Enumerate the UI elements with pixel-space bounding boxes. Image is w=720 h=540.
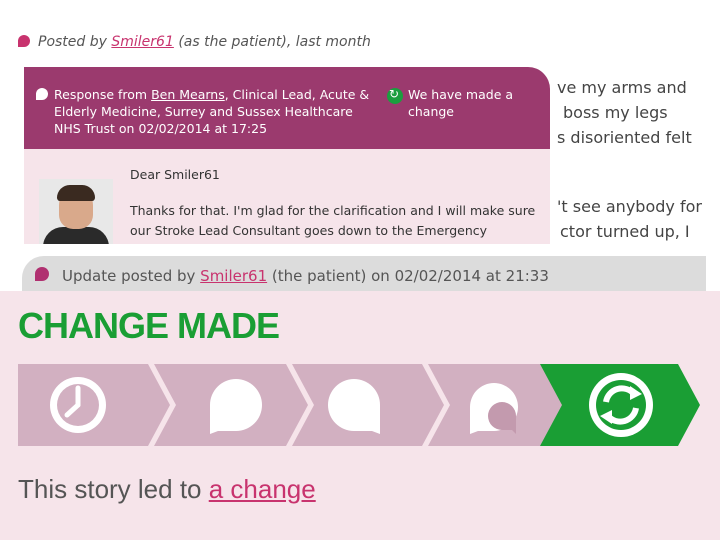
change-summary-prefix: This story led to (18, 474, 209, 504)
speech-bubble-icon (18, 35, 30, 47)
speech-bubble-icon (36, 88, 48, 100)
clock-icon (50, 377, 106, 433)
update-prefix: Update posted by (62, 267, 201, 285)
story-text-line: ve my arms and (557, 78, 687, 97)
response-text: Thanks for that. I'm glad for the clarif… (130, 203, 536, 238)
change-title: CHANGE MADE (18, 305, 280, 346)
update-author-link[interactable]: Smiler61 (200, 267, 267, 285)
change-link[interactable]: a change (209, 474, 316, 504)
response-prefix: Response from (54, 87, 152, 102)
posted-by-line: Posted by Smiler61 (as the patient), las… (18, 34, 371, 50)
story-text-line: boss my legs (563, 103, 668, 122)
update-bar: Update posted by Smiler61 (the patient) … (22, 256, 706, 296)
change-summary: This story led to a change (18, 474, 316, 505)
stage-told (18, 364, 170, 446)
response-greeting: Dear Smiler61 (130, 167, 220, 182)
avatar (39, 179, 113, 244)
author-link[interactable]: Smiler61 (111, 34, 174, 50)
progress-track (18, 364, 700, 446)
change-panel: CHANGE MADE This story led to a change (0, 291, 720, 540)
story-text-line: 't see anybody for (557, 197, 702, 216)
story-text-line: ctor turned up, I (560, 222, 690, 241)
stage-responded (292, 364, 444, 446)
response-header: Response from Ben Mearns, Clinical Lead,… (24, 67, 550, 149)
speech-bubble-icon (35, 267, 49, 281)
update-suffix: (the patient) on 02/02/2014 at 21:33 (267, 267, 549, 285)
story-text-line: s disoriented felt (557, 128, 692, 147)
update-text: Update posted by Smiler61 (the patient) … (62, 267, 549, 285)
stage-change-made (540, 364, 700, 446)
change-icon (387, 87, 403, 104)
posted-prefix: Posted by (38, 34, 112, 50)
change-status-label: We have made a change (408, 87, 514, 119)
response-title: Response from Ben Mearns, Clinical Lead,… (54, 86, 374, 137)
speech-bubbles-icon (470, 383, 518, 434)
responder-link[interactable]: Ben Mearns (151, 87, 225, 102)
response-body: Dear Smiler61 Thanks for that. I'm glad … (24, 149, 550, 244)
stage-read (154, 364, 308, 446)
change-icon (589, 373, 653, 437)
posted-suffix: (as the patient), last month (173, 34, 371, 50)
